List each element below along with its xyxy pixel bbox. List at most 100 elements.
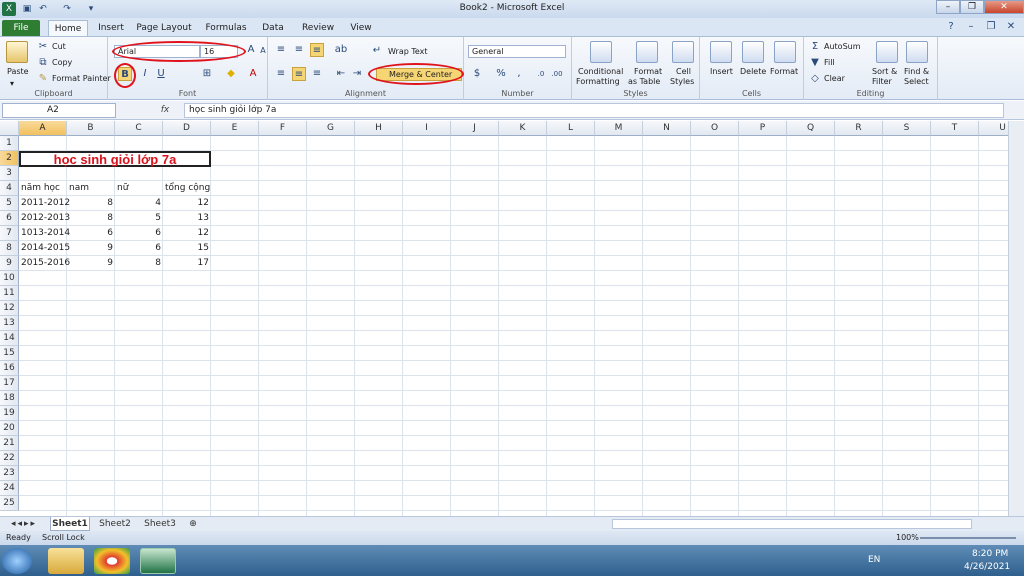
minimize-button[interactable]: – bbox=[936, 0, 960, 14]
increase-indent-icon[interactable]: ⇥ bbox=[350, 67, 364, 81]
tab-insert[interactable]: Insert bbox=[94, 20, 128, 36]
copy-icon[interactable]: ⧉ bbox=[36, 56, 50, 70]
row-header[interactable]: 20 bbox=[0, 421, 19, 436]
insert-function-icon[interactable]: fx bbox=[150, 103, 180, 118]
column-header[interactable]: I bbox=[403, 121, 451, 136]
fill-icon[interactable]: ▼ bbox=[808, 56, 822, 70]
column-header[interactable]: A bbox=[19, 121, 67, 136]
formula-input[interactable]: học sinh giỏi lớp 7a bbox=[184, 103, 1004, 118]
sheet-tab-1[interactable]: Sheet1 bbox=[50, 517, 90, 531]
cell[interactable]: 13 bbox=[163, 211, 211, 226]
cell-styles-icon[interactable] bbox=[672, 41, 694, 63]
tab-home[interactable]: Home bbox=[48, 20, 88, 36]
cell[interactable]: 8 bbox=[115, 256, 163, 271]
bottom-align-icon[interactable]: ≡ bbox=[310, 43, 324, 57]
row-header[interactable]: 12 bbox=[0, 301, 19, 316]
underline-button[interactable]: U bbox=[154, 67, 168, 81]
top-align-icon[interactable]: ≡ bbox=[274, 43, 288, 57]
row-header[interactable]: 18 bbox=[0, 391, 19, 406]
clock-date[interactable]: 4/26/2021 bbox=[964, 562, 1010, 572]
filter-label[interactable]: Filter bbox=[872, 77, 892, 86]
paste-dropdown-icon[interactable]: ▾ bbox=[10, 79, 14, 88]
column-header[interactable]: C bbox=[115, 121, 163, 136]
column-header[interactable]: P bbox=[739, 121, 787, 136]
clear-icon[interactable]: ◇ bbox=[808, 72, 822, 86]
help-icon[interactable]: ? bbox=[944, 20, 958, 34]
column-header[interactable]: O bbox=[691, 121, 739, 136]
cell[interactable]: nữ bbox=[117, 181, 163, 196]
cell[interactable]: 2012-2013 bbox=[21, 211, 70, 226]
paste-icon[interactable] bbox=[6, 41, 28, 63]
cell[interactable]: 2015-2016 bbox=[21, 256, 70, 271]
cell[interactable]: 5 bbox=[115, 211, 163, 226]
restore-workbook-icon[interactable]: ❐ bbox=[984, 20, 998, 34]
name-box[interactable]: A2 bbox=[2, 103, 116, 118]
file-explorer-icon[interactable] bbox=[48, 548, 84, 574]
tab-review[interactable]: Review bbox=[298, 20, 338, 36]
cell[interactable]: 6 bbox=[67, 226, 115, 241]
column-header[interactable]: N bbox=[643, 121, 691, 136]
tab-file[interactable]: File bbox=[2, 20, 40, 36]
format-cells-button[interactable]: Format bbox=[770, 67, 798, 76]
clear-button[interactable]: Clear bbox=[824, 74, 845, 83]
cell[interactable]: 12 bbox=[163, 196, 211, 211]
decrease-decimal-icon[interactable]: .00 bbox=[550, 67, 564, 81]
vertical-scrollbar[interactable] bbox=[1008, 121, 1024, 516]
row-header[interactable]: 23 bbox=[0, 466, 19, 481]
delete-cells-icon[interactable] bbox=[742, 41, 764, 63]
row-header[interactable]: 11 bbox=[0, 286, 19, 301]
cell[interactable]: 15 bbox=[163, 241, 211, 256]
format-painter-icon[interactable]: ✎ bbox=[36, 72, 50, 86]
cell[interactable]: tổng cộng bbox=[165, 181, 211, 196]
column-header[interactable]: U bbox=[979, 121, 1008, 136]
row-header[interactable]: 15 bbox=[0, 346, 19, 361]
column-header[interactable]: S bbox=[883, 121, 931, 136]
paste-button[interactable]: Paste bbox=[7, 67, 29, 76]
tab-page-layout[interactable]: Page Layout bbox=[136, 20, 192, 36]
cell[interactable]: 2014-2015 bbox=[21, 241, 70, 256]
horizontal-scrollbar[interactable] bbox=[612, 519, 972, 529]
middle-align-icon[interactable]: ≡ bbox=[292, 43, 306, 57]
borders-icon[interactable]: ⊞ bbox=[200, 67, 214, 81]
row-header[interactable]: 9 bbox=[0, 256, 19, 271]
column-header[interactable]: L bbox=[547, 121, 595, 136]
row-header[interactable]: 4 bbox=[0, 181, 19, 196]
cell[interactable]: 6 bbox=[115, 226, 163, 241]
row-header[interactable]: 17 bbox=[0, 376, 19, 391]
cell[interactable]: 17 bbox=[163, 256, 211, 271]
merged-title-cell[interactable]: học sinh giỏi lớp 7a bbox=[19, 151, 211, 167]
decrease-indent-icon[interactable]: ⇤ bbox=[334, 67, 348, 81]
row-header[interactable]: 10 bbox=[0, 271, 19, 286]
column-header[interactable]: Q bbox=[787, 121, 835, 136]
row-header[interactable]: 21 bbox=[0, 436, 19, 451]
close-workbook-icon[interactable]: ✕ bbox=[1004, 20, 1018, 34]
sort-filter-icon[interactable] bbox=[876, 41, 898, 63]
language-indicator[interactable]: EN bbox=[868, 555, 880, 565]
tab-data[interactable]: Data bbox=[258, 20, 288, 36]
sort-label[interactable]: Sort & bbox=[872, 67, 897, 76]
font-color-icon[interactable]: A bbox=[246, 67, 260, 81]
sheet-nav-icon[interactable]: ◂◂▸▸ bbox=[4, 517, 44, 531]
start-button-icon[interactable] bbox=[2, 548, 32, 574]
restore-button[interactable]: ❐ bbox=[960, 0, 984, 14]
format-painter-button[interactable]: Format Painter bbox=[52, 74, 111, 83]
comma-button[interactable]: , bbox=[512, 67, 526, 81]
column-header[interactable]: F bbox=[259, 121, 307, 136]
tab-view[interactable]: View bbox=[346, 20, 376, 36]
conditional-formatting-icon[interactable] bbox=[590, 41, 612, 63]
column-header[interactable]: T bbox=[931, 121, 979, 136]
row-header[interactable]: 25 bbox=[0, 496, 19, 511]
increase-decimal-icon[interactable]: .0 bbox=[534, 67, 548, 81]
currency-button[interactable]: $ bbox=[470, 67, 484, 81]
orientation-icon[interactable]: ab bbox=[334, 43, 348, 57]
formatting-label[interactable]: Formatting bbox=[576, 77, 620, 86]
chrome-icon[interactable] bbox=[94, 548, 130, 574]
cell-styles-label[interactable]: Styles bbox=[670, 77, 694, 86]
cut-button[interactable]: Cut bbox=[52, 42, 66, 51]
row-header[interactable]: 22 bbox=[0, 451, 19, 466]
row-header[interactable]: 19 bbox=[0, 406, 19, 421]
fill-color-icon[interactable]: ◆ bbox=[224, 67, 238, 81]
wrap-text-button[interactable]: Wrap Text bbox=[388, 47, 428, 56]
tab-formulas[interactable]: Formulas bbox=[202, 20, 250, 36]
italic-button[interactable]: I bbox=[138, 67, 152, 81]
